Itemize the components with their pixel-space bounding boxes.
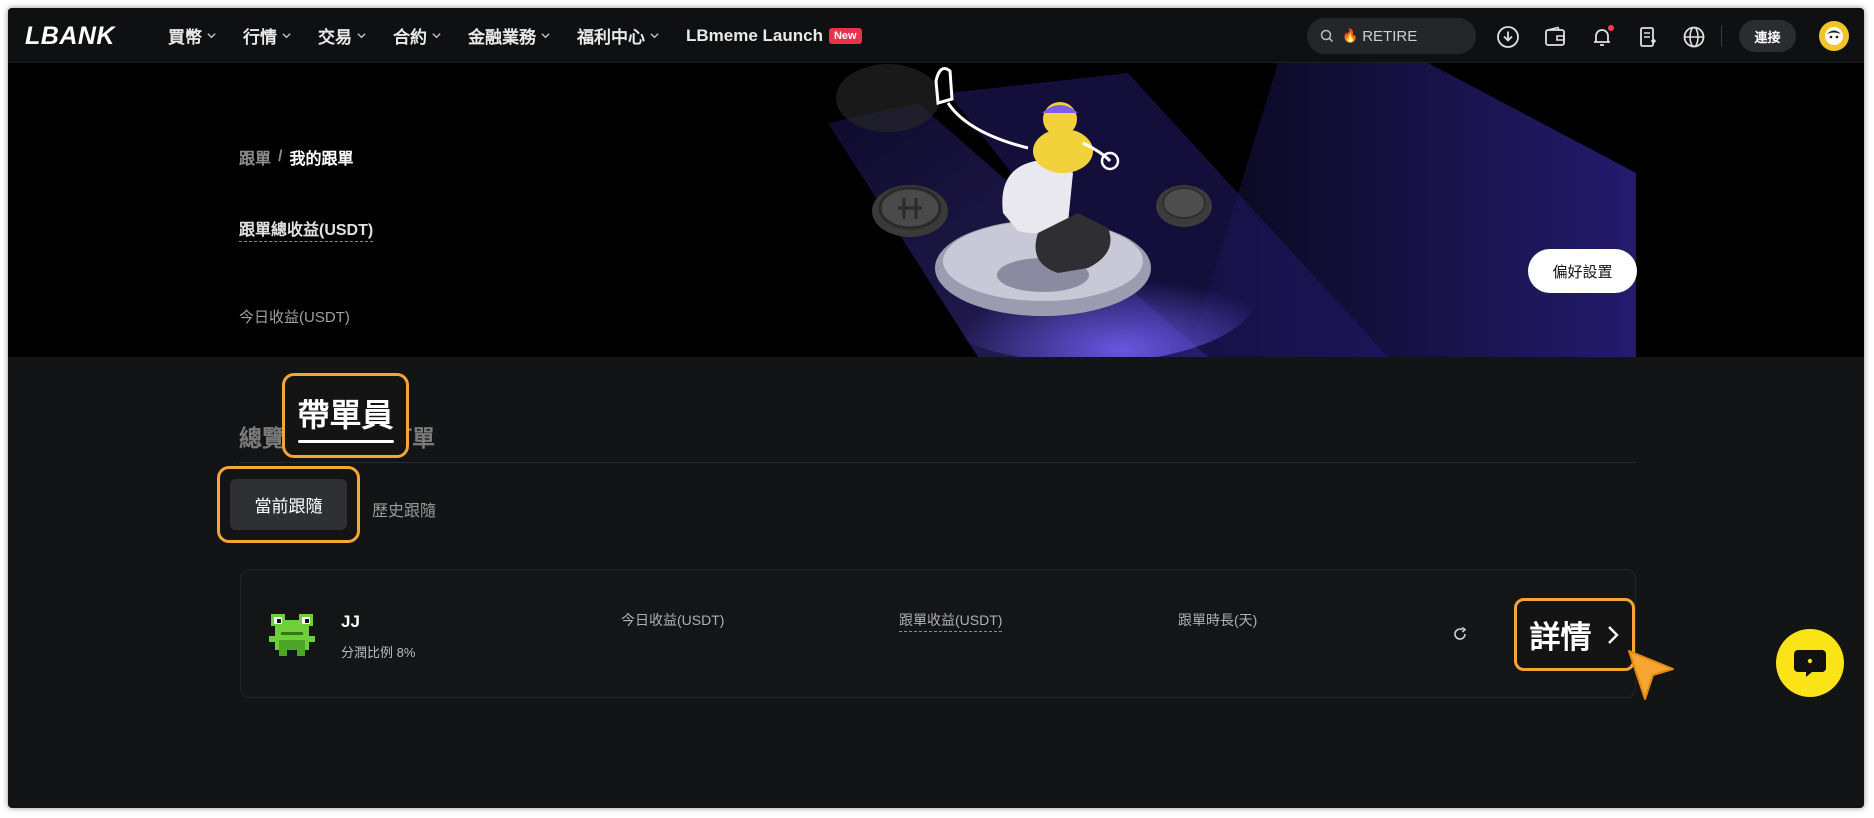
wallet-icon[interactable] <box>1543 25 1567 49</box>
nav-item-buy-crypto[interactable]: 買幣 <box>168 23 217 48</box>
breadcrumb-parent[interactable]: 跟單 <box>239 145 271 169</box>
trader-name[interactable]: JJ <box>341 612 360 632</box>
breadcrumb: 跟單 / 我的跟單 <box>239 145 353 169</box>
copy-trading-banner: 跟單 / 我的跟單 跟單總收益(USDT) 今日收益(USDT) 偏好設置 <box>8 63 1864 357</box>
search-icon <box>1320 29 1334 43</box>
col-follow-profit[interactable]: 跟單收益(USDT) <box>899 610 1003 632</box>
preferences-button[interactable]: 偏好設置 <box>1528 249 1637 293</box>
search-input[interactable]: 🔥 RETIRE <box>1307 18 1476 54</box>
nav-label: 合約 <box>393 28 427 47</box>
tab-lead-traders-label: 帶單員 <box>297 397 394 433</box>
nav-label: LBmeme Launch <box>686 25 823 45</box>
breadcrumb-separator: / <box>278 148 283 165</box>
breadcrumb-current: 我的跟單 <box>289 151 354 168</box>
chevron-down-icon <box>541 33 550 39</box>
today-profit-label: 今日收益(USDT) <box>239 309 350 326</box>
support-chat-button[interactable] <box>1776 629 1844 697</box>
chat-bubble-icon <box>1794 650 1826 677</box>
top-navbar: LBANK 買幣 行情 交易 合約 金融業務 福利中心 LBmeme Launc… <box>8 8 1864 63</box>
download-icon[interactable] <box>1496 25 1520 49</box>
tab-overview[interactable]: 總覽 <box>239 419 285 453</box>
trader-profit-share: 分潤比例 8% <box>341 645 416 660</box>
bell-icon[interactable] <box>1590 25 1614 49</box>
pointer-cursor-icon <box>1628 650 1674 700</box>
header-divider <box>1721 25 1722 47</box>
chevron-down-icon <box>282 33 291 39</box>
col-follow-duration: 跟單時長(天) <box>1178 612 1258 628</box>
nav-label: 行情 <box>243 28 277 47</box>
nav-item-rewards[interactable]: 福利中心 <box>577 23 660 48</box>
nav-item-futures[interactable]: 合約 <box>393 23 442 48</box>
trader-card: JJ 分潤比例 8% 今日收益(USDT) 跟單收益(USDT) 跟單時長(天)… <box>240 569 1636 698</box>
refresh-icon[interactable] <box>1451 625 1469 643</box>
nav-label: 交易 <box>318 28 352 47</box>
nav-item-markets[interactable]: 行情 <box>243 23 292 48</box>
nav-label: 買幣 <box>168 28 202 47</box>
user-avatar[interactable] <box>1819 21 1849 51</box>
subtab-current-follow-highlight: 當前跟隨 <box>217 466 360 543</box>
details-label: 詳情 <box>1529 620 1592 655</box>
fire-icon: 🔥 <box>1342 28 1359 43</box>
new-badge: New <box>828 27 862 44</box>
col-today-profit: 今日收益(USDT) <box>621 612 725 628</box>
lbank-logo[interactable]: LBANK <box>25 22 115 51</box>
tabs-divider <box>239 462 1636 463</box>
search-hot-term: RETIRE <box>1362 27 1418 45</box>
notification-dot <box>1608 25 1614 31</box>
nav-label: 福利中心 <box>577 28 645 47</box>
tab-lead-traders[interactable]: 帶單員 <box>282 373 409 458</box>
chevron-down-icon <box>357 33 366 39</box>
nav-label: 金融業務 <box>468 28 536 47</box>
nav-item-trade[interactable]: 交易 <box>318 23 367 48</box>
frog-avatar-icon <box>269 614 315 656</box>
app-window: LBANK 買幣 行情 交易 合約 金融業務 福利中心 LBmeme Launc… <box>8 8 1864 808</box>
subtab-current-follow[interactable]: 當前跟隨 <box>230 479 347 530</box>
chevron-right-icon <box>1607 625 1619 644</box>
total-profit-label[interactable]: 跟單總收益(USDT) <box>239 216 374 242</box>
chevron-down-icon <box>207 33 216 39</box>
chevron-down-icon <box>432 33 441 39</box>
connect-button[interactable]: 連接 <box>1739 20 1796 52</box>
user-face-icon <box>1825 27 1843 45</box>
subtab-history-follow[interactable]: 歷史跟隨 <box>372 497 436 521</box>
details-button[interactable]: 詳情 <box>1514 598 1635 671</box>
main-nav: 買幣 行情 交易 合約 金融業務 福利中心 LBmeme Launch New <box>168 8 888 63</box>
globe-icon[interactable] <box>1682 25 1706 49</box>
active-tab-underline <box>298 440 394 443</box>
document-icon[interactable] <box>1636 25 1660 49</box>
nav-item-lbmeme-launch[interactable]: LBmeme Launch New <box>686 26 862 46</box>
banner-illustration <box>828 63 1636 357</box>
chevron-down-icon <box>650 33 659 39</box>
nav-item-finance[interactable]: 金融業務 <box>468 23 551 48</box>
